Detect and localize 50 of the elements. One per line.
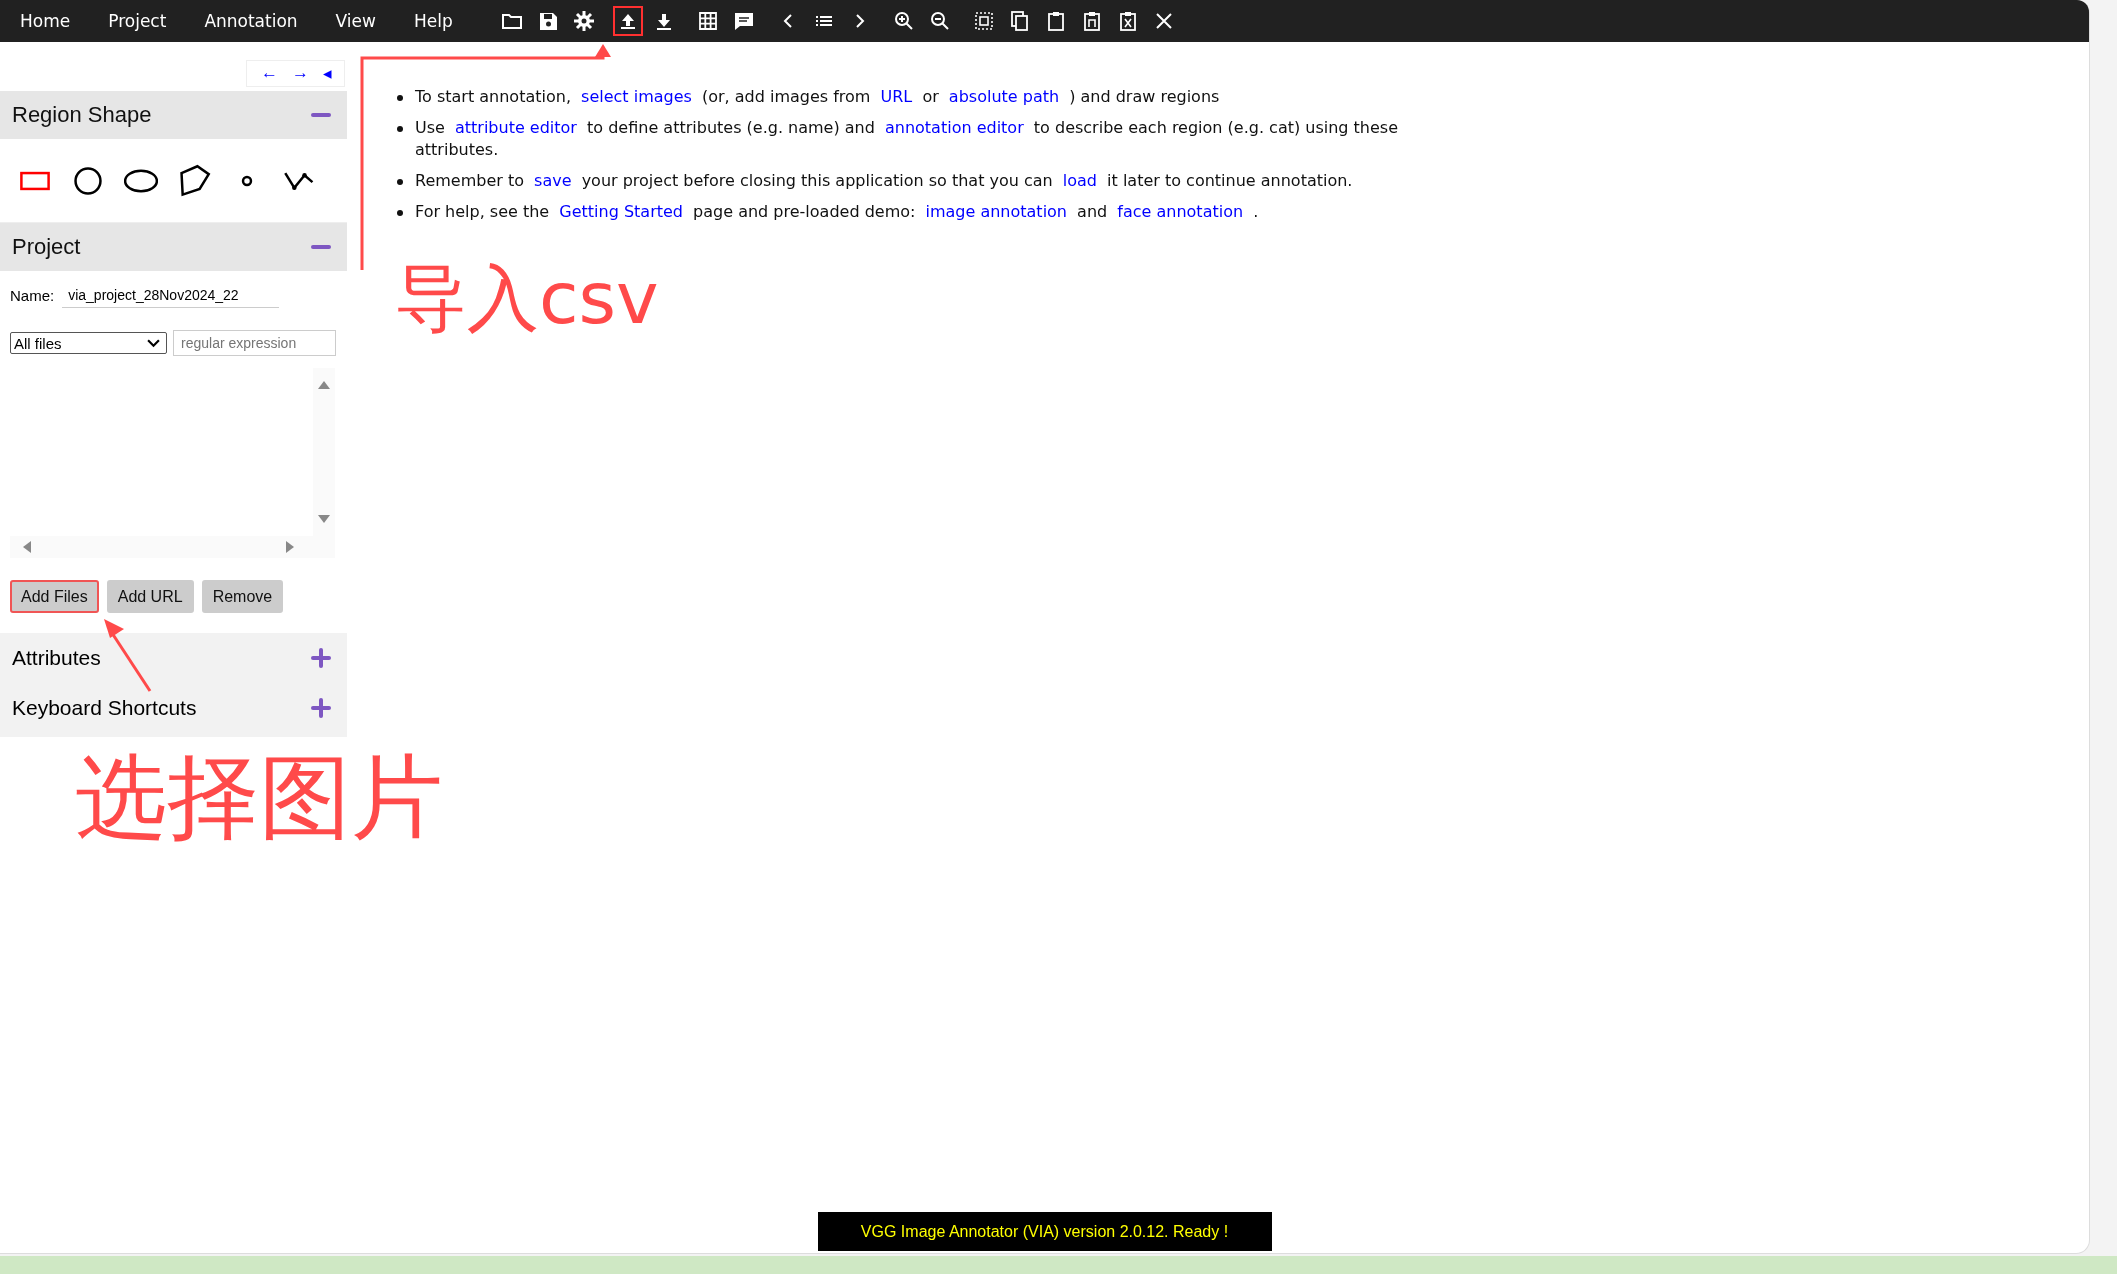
- link[interactable]: image annotation: [920, 202, 1072, 221]
- instruction-text: To start annotation, select images (or, add images from URL or absolute path ) and draw regions: [393, 86, 1403, 108]
- panel-header[interactable]: Keyboard Shortcuts: [12, 683, 333, 733]
- menu-item[interactable]: View: [335, 11, 376, 31]
- link[interactable]: select images: [576, 87, 697, 106]
- menu-item[interactable]: Home: [20, 11, 71, 31]
- regex-field[interactable]: regular expression: [173, 330, 336, 356]
- scroll-right-icon[interactable]: [285, 540, 295, 554]
- panel-button[interactable]: Add URL: [106, 580, 194, 613]
- name-label: Name:: [10, 287, 55, 304]
- menu-item[interactable]: Help: [413, 11, 453, 31]
- scroll-down-icon[interactable]: [317, 514, 331, 524]
- nav-arrow[interactable]: ◂: [323, 63, 332, 84]
- link[interactable]: save: [529, 171, 577, 190]
- panel-title: Attributes: [12, 646, 101, 670]
- menu-item[interactable]: Annotation: [204, 11, 298, 31]
- expand-icon[interactable]: [309, 696, 333, 720]
- horizontal-scrollbar[interactable]: [10, 536, 335, 558]
- link[interactable]: annotation editor: [879, 118, 1029, 137]
- panel-header[interactable]: Attributes: [12, 633, 333, 683]
- vertical-scrollbar[interactable]: [313, 368, 335, 536]
- link[interactable]: face annotation: [1112, 202, 1249, 221]
- panel-button[interactable]: Add Files: [10, 580, 99, 613]
- instruction-text: Use attribute editor to define attributes (e.g. name) and annotation editor to describe each region (e.g. cat) using these attributes.: [393, 117, 1403, 161]
- scroll-up-icon[interactable]: [317, 380, 331, 390]
- panel-button[interactable]: Remove: [201, 580, 284, 613]
- status-message: VGG Image Annotator (VIA) version 2.0.12. Ready !: [817, 1212, 1272, 1251]
- link[interactable]: absolute path: [943, 87, 1065, 106]
- menu-item[interactable]: Project: [108, 11, 167, 31]
- panel-title: Region Shape: [12, 102, 152, 128]
- panel-title: Keyboard Shortcuts: [12, 696, 197, 720]
- link[interactable]: load: [1057, 171, 1102, 190]
- chevron-down-icon: [147, 338, 160, 348]
- annotation-label: 选择图片: [75, 752, 443, 844]
- annotation-label: 导入csv: [395, 262, 659, 334]
- panel-header[interactable]: Project: [0, 223, 347, 271]
- instruction-text: For help, see the Getting Started page and pre-loaded demo: image annotation and face annotation .: [393, 201, 1403, 223]
- nav-arrow[interactable]: ←: [261, 63, 278, 84]
- link[interactable]: attribute editor: [450, 118, 582, 137]
- file-filter-dropdown[interactable]: All files: [10, 332, 167, 354]
- panel-title: Project: [12, 234, 81, 260]
- link[interactable]: Getting Started: [554, 202, 688, 221]
- panel-header[interactable]: Region Shape: [0, 91, 347, 139]
- link[interactable]: URL: [875, 87, 918, 106]
- polygon-icon[interactable]: [177, 163, 211, 198]
- expand-icon[interactable]: [309, 646, 333, 670]
- instruction-text: Remember to save your project before closing this application so that you can load it later to continue annotation.: [393, 170, 1403, 192]
- nav-arrow[interactable]: →: [292, 63, 309, 84]
- scroll-left-icon[interactable]: [22, 540, 32, 554]
- upload-icon[interactable]: [614, 8, 641, 34]
